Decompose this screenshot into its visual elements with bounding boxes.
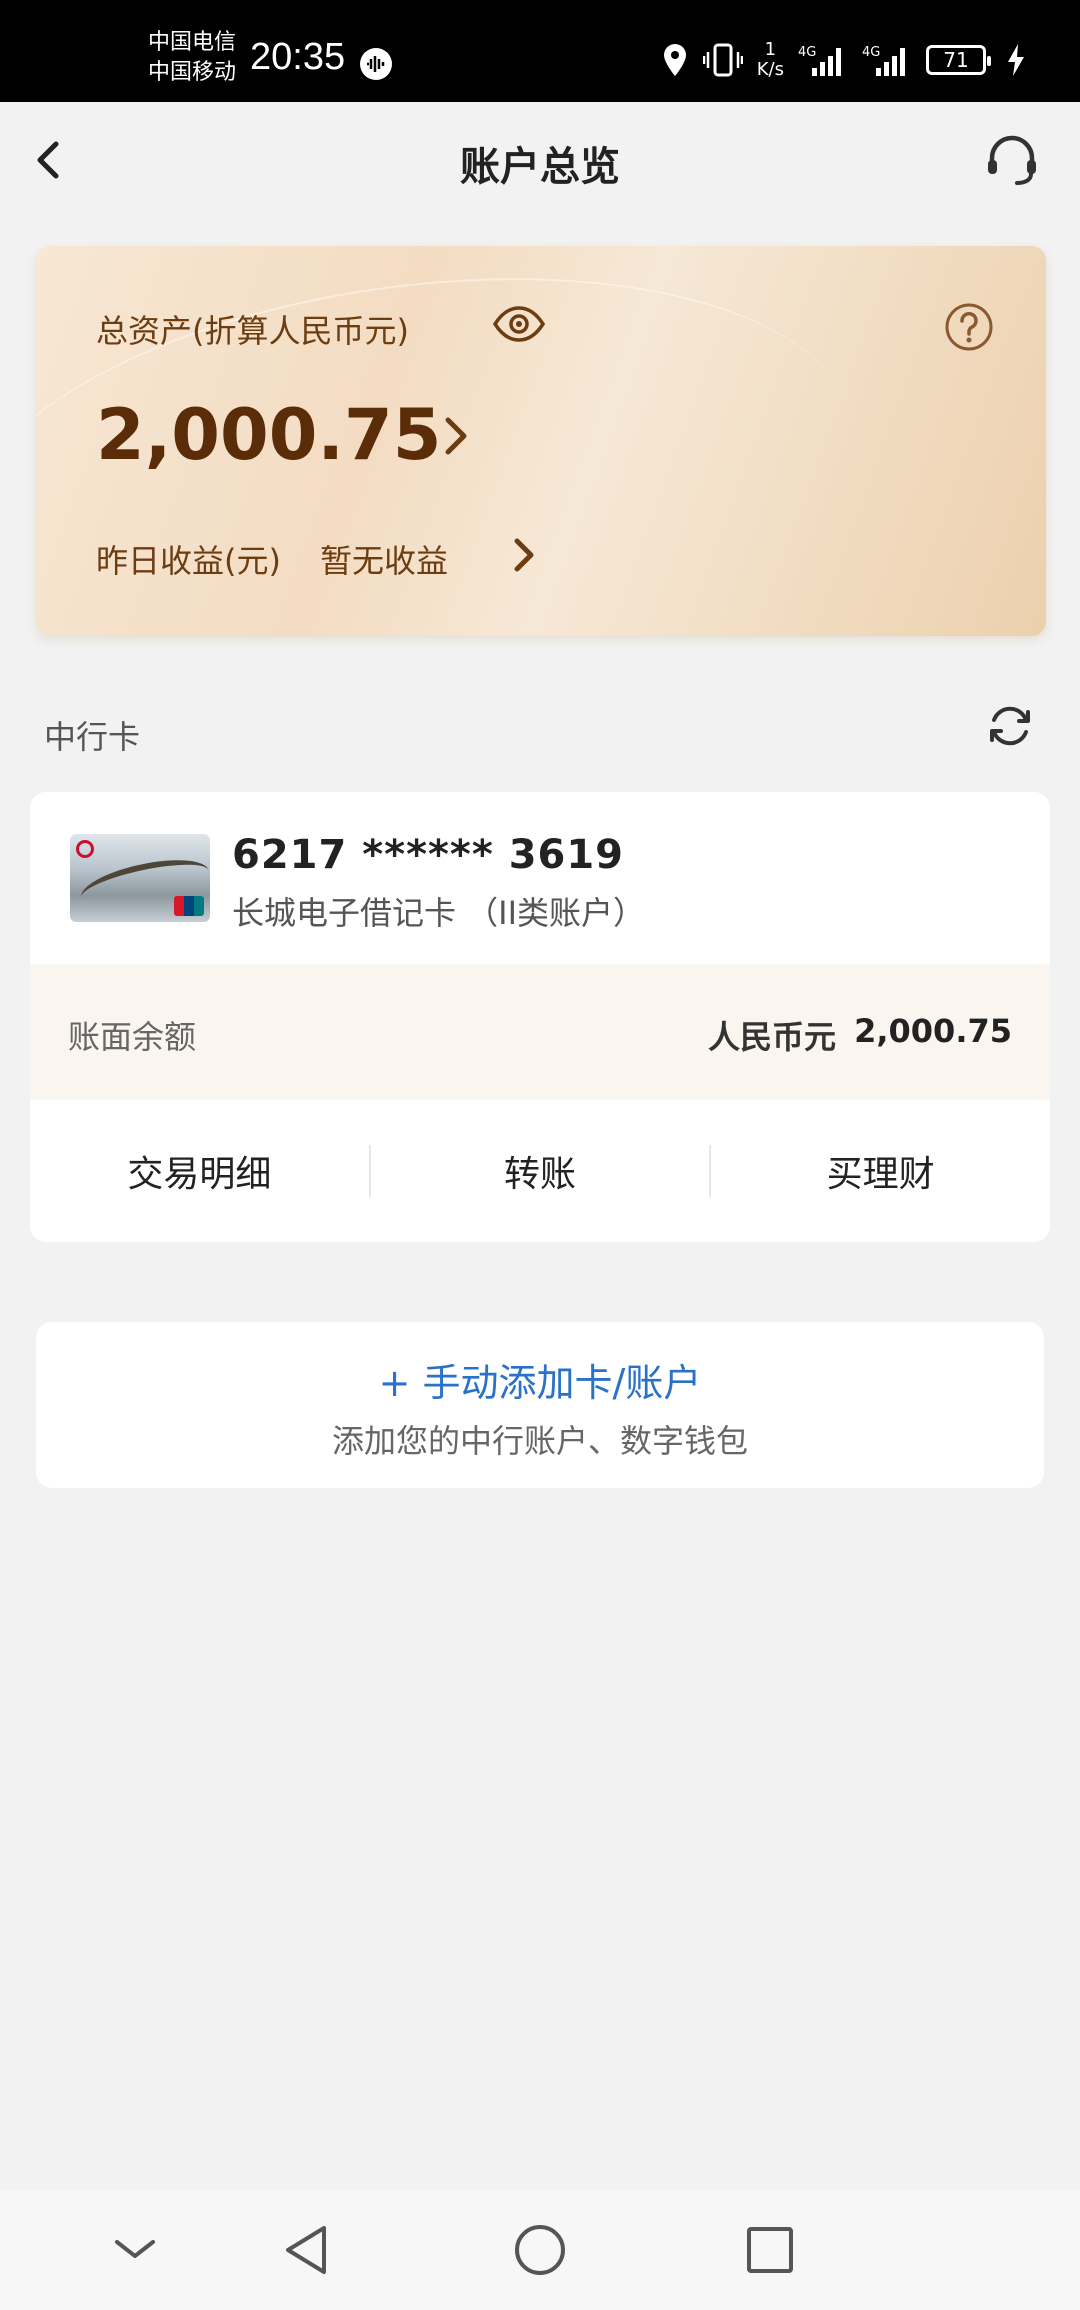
svg-text:4G: 4G	[862, 45, 880, 60]
status-time: 20:35	[250, 36, 346, 78]
system-nav-bar	[0, 2190, 1080, 2310]
page-title: 账户总览	[460, 144, 620, 190]
audio-wave-icon	[360, 48, 392, 80]
signal-icon: 4G	[798, 45, 841, 76]
nav-home-icon[interactable]	[510, 2220, 570, 2280]
chevron-right-icon[interactable]	[506, 530, 542, 580]
carrier-info: 中国电信 中国移动	[148, 28, 236, 88]
balance-row: 账面余额 人民币元 2,000.75	[30, 964, 1050, 1100]
transaction-details-button[interactable]: 交易明细	[30, 1145, 369, 1197]
chevron-right-icon[interactable]	[436, 408, 476, 464]
eye-icon[interactable]	[492, 304, 546, 344]
total-assets-card: 总资产(折算人民币元) 2,000.75 昨日收益(元) 暂无收益	[36, 246, 1046, 636]
card-number: 6217 ****** 3619	[232, 832, 625, 878]
location-icon	[663, 44, 686, 76]
help-icon[interactable]	[944, 302, 994, 352]
add-account-title: + 手动添加卡/账户	[378, 1361, 702, 1405]
buy-wealth-button[interactable]: 买理财	[711, 1145, 1050, 1197]
card-image	[70, 834, 210, 922]
carrier-2: 中国移动	[148, 60, 237, 85]
net-speed: 1 K/s	[757, 40, 784, 80]
charging-icon	[1008, 44, 1024, 76]
vibrate-icon	[702, 43, 743, 77]
total-assets-amount[interactable]: 2,000.75	[96, 394, 441, 476]
svg-text:4G: 4G	[798, 45, 816, 60]
total-assets-label: 总资产(折算人民币元)	[96, 312, 409, 350]
add-account-button[interactable]: + 手动添加卡/账户 添加您的中行账户、数字钱包	[36, 1322, 1044, 1488]
yesterday-yield-value[interactable]: 暂无收益	[320, 536, 448, 582]
balance-label: 账面余额	[68, 1018, 197, 1056]
net-speed-value: 1	[764, 39, 777, 60]
carrier-1: 中国电信	[148, 30, 237, 55]
yesterday-yield-label: 昨日收益(元)	[96, 542, 281, 580]
nav-back-icon[interactable]	[278, 2220, 338, 2280]
boc-logo-icon	[76, 840, 94, 858]
balance-currency: 人民币元	[707, 1018, 836, 1056]
account-actions: 交易明细 转账 买理财	[30, 1100, 1050, 1242]
battery-indicator: 71	[926, 45, 991, 75]
customer-service-icon[interactable]	[982, 130, 1042, 190]
net-speed-unit: K/s	[756, 59, 784, 80]
account-card[interactable]: 6217 ****** 3619 长城电子借记卡 （II类账户） 账面余额 人民…	[30, 792, 1050, 1242]
card-type: 长城电子借记卡 （II类账户）	[232, 894, 646, 932]
unionpay-logo-icon	[174, 896, 204, 916]
status-bar: 中国电信 中国移动 20:35 1 K/s 4G 4G 71	[0, 0, 1080, 102]
section-title-boc-cards: 中行卡	[44, 718, 141, 756]
top-app-bar: 账户总览	[0, 102, 1080, 220]
nav-recents-icon[interactable]	[740, 2220, 800, 2280]
status-right: 1 K/s 4G 4G 71	[661, 40, 1026, 80]
refresh-icon[interactable]	[984, 700, 1036, 752]
nav-collapse-icon[interactable]	[105, 2220, 165, 2280]
balance-amount: 2,000.75	[854, 1012, 1012, 1050]
add-account-subtitle: 添加您的中行账户、数字钱包	[331, 1422, 748, 1460]
transfer-button[interactable]: 转账	[371, 1145, 710, 1197]
signal-icon-2: 4G	[862, 45, 905, 76]
